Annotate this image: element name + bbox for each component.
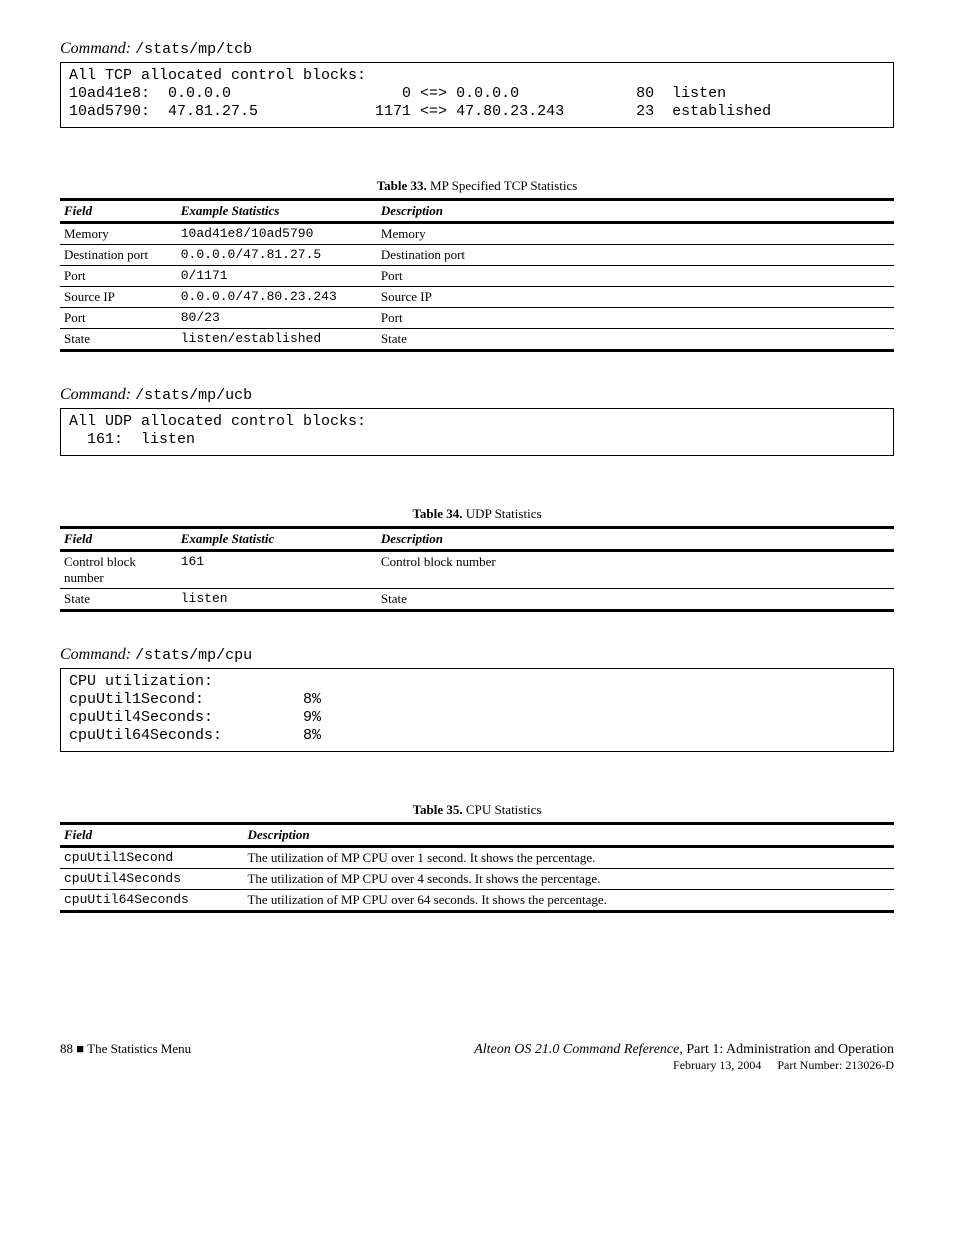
tcb-table: Field Example Statistics Description Mem…: [60, 198, 894, 352]
th-field: Field: [60, 200, 177, 223]
cpu-console: CPU utilization: cpuUtil1Second: 8% cpuU…: [60, 668, 894, 752]
cpu-table: Field Description cpuUtil1Second The uti…: [60, 822, 894, 913]
tcb-command-line: Command: /stats/mp/tcb: [60, 40, 894, 58]
cpu-table-caption: Table 35. CPU Statistics: [60, 802, 894, 818]
th-desc: Description: [243, 824, 894, 847]
table-row: cpuUtil4Seconds The utilization of MP CP…: [60, 869, 894, 890]
table-row: Source IP 0.0.0.0/47.80.23.243 Source IP: [60, 287, 894, 308]
ucb-command-value: /stats/mp/ucb: [135, 387, 252, 404]
cpu-command-label: Command:: [60, 646, 131, 663]
table-row: Destination port 0.0.0.0/47.81.27.5 Dest…: [60, 245, 894, 266]
ucb-command-label: Command:: [60, 386, 131, 403]
table-row: Control block number 161 Control block n…: [60, 551, 894, 589]
tcb-table-caption: Table 33. MP Specified TCP Statistics: [60, 178, 894, 194]
table-row: State listen/established State: [60, 329, 894, 351]
th-desc: Description: [377, 528, 894, 551]
table-row: Memory 10ad41e8/10ad5790 Memory: [60, 223, 894, 245]
table-row: Port 80/23 Port: [60, 308, 894, 329]
table-row: Port 0/1171 Port: [60, 266, 894, 287]
ucb-command-line: Command: /stats/mp/ucb: [60, 386, 894, 404]
th-example: Example Statistics: [177, 200, 377, 223]
footer-right: Alteon OS 21.0 Command Reference, Part 1…: [474, 1042, 894, 1074]
ucb-console: All UDP allocated control blocks: 161: l…: [60, 408, 894, 456]
th-field: Field: [60, 528, 177, 551]
cpu-command-value: /stats/mp/cpu: [135, 647, 252, 664]
tcb-console: All TCP allocated control blocks: 10ad41…: [60, 62, 894, 128]
page-footer: 88 ■ The Statistics Menu Alteon OS 21.0 …: [60, 1011, 894, 1074]
tcb-command-label: Command:: [60, 40, 131, 57]
th-field: Field: [60, 824, 243, 847]
table-row: cpuUtil64Seconds The utilization of MP C…: [60, 890, 894, 912]
ucb-table: Field Example Statistic Description Cont…: [60, 526, 894, 612]
tcb-command-value: /stats/mp/tcb: [135, 41, 252, 58]
table-row: State listen State: [60, 589, 894, 611]
th-desc: Description: [377, 200, 894, 223]
ucb-table-caption: Table 34. UDP Statistics: [60, 506, 894, 522]
cpu-command-line: Command: /stats/mp/cpu: [60, 646, 894, 664]
table-row: cpuUtil1Second The utilization of MP CPU…: [60, 847, 894, 869]
footer-left: 88 ■ The Statistics Menu: [60, 1041, 191, 1057]
th-example: Example Statistic: [177, 528, 377, 551]
